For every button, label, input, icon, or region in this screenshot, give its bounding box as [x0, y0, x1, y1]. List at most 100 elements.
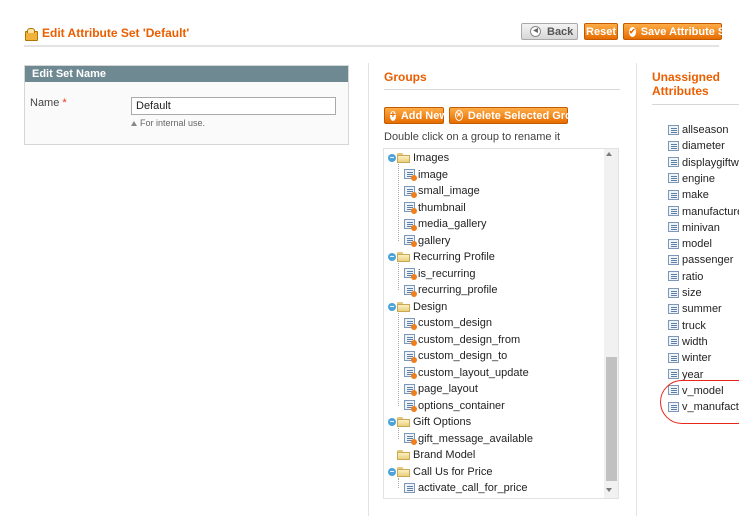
tree-attribute[interactable]: custom_design_from	[404, 332, 520, 348]
attribute-icon	[668, 189, 680, 201]
plus-icon: +	[390, 109, 396, 121]
attribute-icon	[404, 284, 417, 297]
reset-button-label: Reset	[586, 25, 616, 38]
unassigned-attribute[interactable]: ratio	[668, 269, 703, 285]
tree-attribute[interactable]: small_image	[404, 183, 480, 199]
unassigned-attribute-label: make	[682, 189, 709, 202]
attribute-icon	[404, 383, 417, 396]
tree-group[interactable]: − Design	[388, 299, 447, 315]
tree-attribute[interactable]: options_container	[404, 398, 505, 414]
attribute-icon	[404, 433, 417, 445]
tree-group[interactable]: − Gift Options	[388, 414, 471, 430]
unassigned-attribute-label: truck	[682, 319, 706, 332]
tree-attribute-label: page_layout	[418, 383, 478, 395]
folder-icon	[397, 466, 410, 477]
attribute-icon	[668, 303, 680, 315]
unassigned-attribute[interactable]: width	[668, 334, 708, 350]
attribute-icon	[668, 352, 680, 364]
delete-group-label: Delete Selected Group	[467, 109, 586, 122]
folder-icon	[397, 153, 410, 163]
tree-attribute[interactable]: media_gallery	[404, 216, 486, 232]
folder-icon	[397, 417, 410, 427]
collapse-toggle-icon[interactable]: −	[388, 302, 396, 311]
attribute-icon	[404, 235, 417, 247]
unassigned-attribute-label: size	[682, 287, 702, 299]
unassigned-attribute[interactable]: diameter	[668, 138, 725, 154]
unassigned-attribute[interactable]: size	[668, 285, 702, 301]
groups-hint: Double click on a group to rename it	[384, 131, 561, 143]
tree-group[interactable]: Brand Model	[388, 447, 475, 463]
back-button[interactable]: ◀ Back	[521, 23, 578, 40]
tree-group[interactable]: − Call Us for Price	[388, 464, 492, 480]
note-arrow-icon	[131, 120, 137, 126]
reset-button[interactable]: Reset	[584, 23, 618, 40]
unassigned-attribute-label: model	[682, 238, 712, 251]
scrollbar-thumb[interactable]	[606, 357, 617, 481]
tree-attribute[interactable]: gift_message_available	[404, 431, 533, 447]
unassigned-title-line1: Unassigned	[652, 70, 721, 84]
tree-attribute[interactable]: is_recurring	[404, 266, 475, 282]
tree-connector-line	[398, 263, 399, 290]
unassigned-attribute[interactable]: make	[668, 187, 709, 203]
tree-attribute[interactable]: image	[404, 167, 448, 183]
attribute-icon	[404, 367, 417, 379]
tree-attribute[interactable]: custom_layout_update	[404, 365, 529, 381]
unassigned-attribute[interactable]: displaygiftwrap	[668, 155, 739, 171]
attribute-icon	[404, 202, 417, 214]
collapse-toggle-icon[interactable]: −	[388, 418, 396, 426]
attribute-icon	[404, 268, 417, 280]
unassigned-attribute[interactable]: allseason	[668, 122, 728, 138]
tree-attribute[interactable]: activate_call_for_price	[404, 480, 527, 496]
attribute-icon	[404, 185, 417, 198]
add-new-group-button[interactable]: + Add New	[384, 107, 448, 124]
add-new-label: Add New	[400, 109, 448, 122]
tree-connector-line	[398, 164, 399, 241]
unassigned-attribute[interactable]: engine	[668, 171, 715, 187]
header-divider	[24, 45, 719, 47]
tree-attribute[interactable]: recurring_profile	[404, 282, 497, 298]
attribute-icon	[668, 157, 680, 168]
tree-attribute-label: activate_call_for_price	[418, 482, 528, 494]
name-label-text: Name	[30, 97, 60, 109]
save-attribute-set-button[interactable]: ✔ Save Attribute Set	[623, 23, 735, 40]
collapse-toggle-icon[interactable]: −	[388, 154, 396, 162]
tree-attribute[interactable]: custom_design	[404, 315, 492, 331]
unassigned-attribute[interactable]: summer	[668, 301, 722, 317]
tree-attribute[interactable]: page_layout	[404, 381, 478, 397]
tree-group-label: Call Us for Price	[413, 465, 493, 478]
delete-selected-group-button[interactable]: ✕ Delete Selected Group	[449, 107, 585, 124]
attribute-icon	[668, 254, 680, 266]
attribute-icon	[668, 320, 680, 331]
unassigned-title-rule	[652, 104, 739, 105]
attribute-icon	[404, 317, 417, 330]
unassigned-title-line2: Attributes	[652, 84, 709, 98]
unassigned-attribute[interactable]: model	[668, 236, 712, 252]
attribute-icon	[404, 334, 417, 346]
attribute-icon	[668, 222, 680, 233]
unassigned-attribute-label: passenger	[682, 254, 734, 267]
collapse-toggle-icon[interactable]: −	[388, 467, 396, 476]
collapse-toggle-icon[interactable]: −	[388, 253, 396, 261]
tree-group[interactable]: − Recurring Profile	[388, 249, 495, 265]
unassigned-attributes-title: Unassigned Attributes	[652, 70, 720, 98]
collapse-toggle-icon	[388, 451, 396, 459]
unassigned-attribute[interactable]: winter	[668, 350, 711, 366]
tree-attribute[interactable]: thumbnail	[404, 200, 466, 216]
attribute-icon	[668, 369, 680, 380]
attribute-icon	[404, 218, 417, 231]
unassigned-attribute[interactable]: manufacture	[668, 204, 739, 220]
unassigned-attribute[interactable]: truck	[668, 318, 706, 334]
attribute-icon	[668, 238, 680, 250]
tree-attribute[interactable]: gallery	[404, 233, 450, 249]
page-title: Edit Attribute Set 'Default'	[24, 26, 189, 41]
set-name-input[interactable]	[131, 97, 336, 115]
tree-attribute[interactable]: custom_design_to	[404, 348, 507, 364]
unassigned-attribute-label: width	[682, 335, 708, 348]
unassigned-attribute-label: winter	[682, 352, 712, 365]
scroll-up-arrow-icon[interactable]	[606, 152, 612, 156]
tree-attribute-label: options_container	[418, 399, 505, 412]
unassigned-attribute[interactable]: minivan	[668, 220, 720, 236]
unassigned-attribute[interactable]: passenger	[668, 252, 733, 268]
scroll-down-arrow-icon[interactable]	[606, 488, 612, 492]
tree-attribute-label: gift_message_available	[418, 432, 533, 445]
